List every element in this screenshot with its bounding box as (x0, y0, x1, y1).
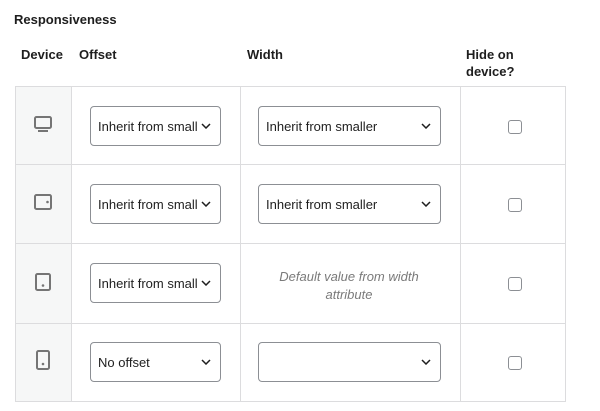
chevron-down-icon (421, 123, 431, 129)
offset-select-value: Inherit from smaller (98, 196, 198, 212)
tablet-landscape-icon (32, 191, 54, 213)
offset-select[interactable]: Inherit from smaller (90, 106, 221, 146)
width-select-value: Inherit from smaller (266, 196, 378, 212)
responsiveness-section-title: Responsiveness (14, 12, 117, 27)
chevron-down-icon (201, 280, 211, 286)
header-hide-on-device: Hide on device? (466, 47, 515, 79)
chevron-down-icon (421, 359, 431, 365)
column-divider (240, 87, 241, 401)
width-select[interactable] (258, 342, 441, 382)
offset-select[interactable]: Inherit from smaller (90, 184, 221, 224)
hide-on-device-checkbox[interactable] (508, 120, 522, 134)
header-offset: Offset (79, 47, 117, 62)
width-select[interactable]: Inherit from smaller (258, 106, 441, 146)
offset-select[interactable]: Inherit from smaller (90, 263, 221, 303)
hide-on-device-checkbox[interactable] (508, 198, 522, 212)
row-divider (16, 164, 565, 165)
row-divider (16, 323, 565, 324)
offset-select[interactable]: No offset (90, 342, 221, 382)
header-device: Device (21, 47, 63, 62)
header-width: Width (247, 47, 283, 62)
offset-select-value: Inherit from smaller (98, 118, 198, 134)
desktop-icon (32, 113, 54, 135)
offset-select-value: No offset (98, 354, 150, 370)
row-divider (16, 243, 565, 244)
width-select[interactable]: Inherit from smaller (258, 184, 441, 224)
hide-on-device-checkbox[interactable] (508, 356, 522, 370)
offset-select-value: Inherit from smaller (98, 275, 198, 291)
chevron-down-icon (201, 359, 211, 365)
chevron-down-icon (421, 201, 431, 207)
tablet-portrait-icon (32, 271, 54, 293)
width-select-value: Inherit from smaller (266, 118, 378, 134)
chevron-down-icon (201, 123, 211, 129)
mobile-icon (32, 349, 54, 371)
hide-on-device-checkbox[interactable] (508, 277, 522, 291)
column-divider (460, 87, 461, 401)
width-default-note: Default value from width attribute (279, 269, 419, 302)
chevron-down-icon (201, 201, 211, 207)
